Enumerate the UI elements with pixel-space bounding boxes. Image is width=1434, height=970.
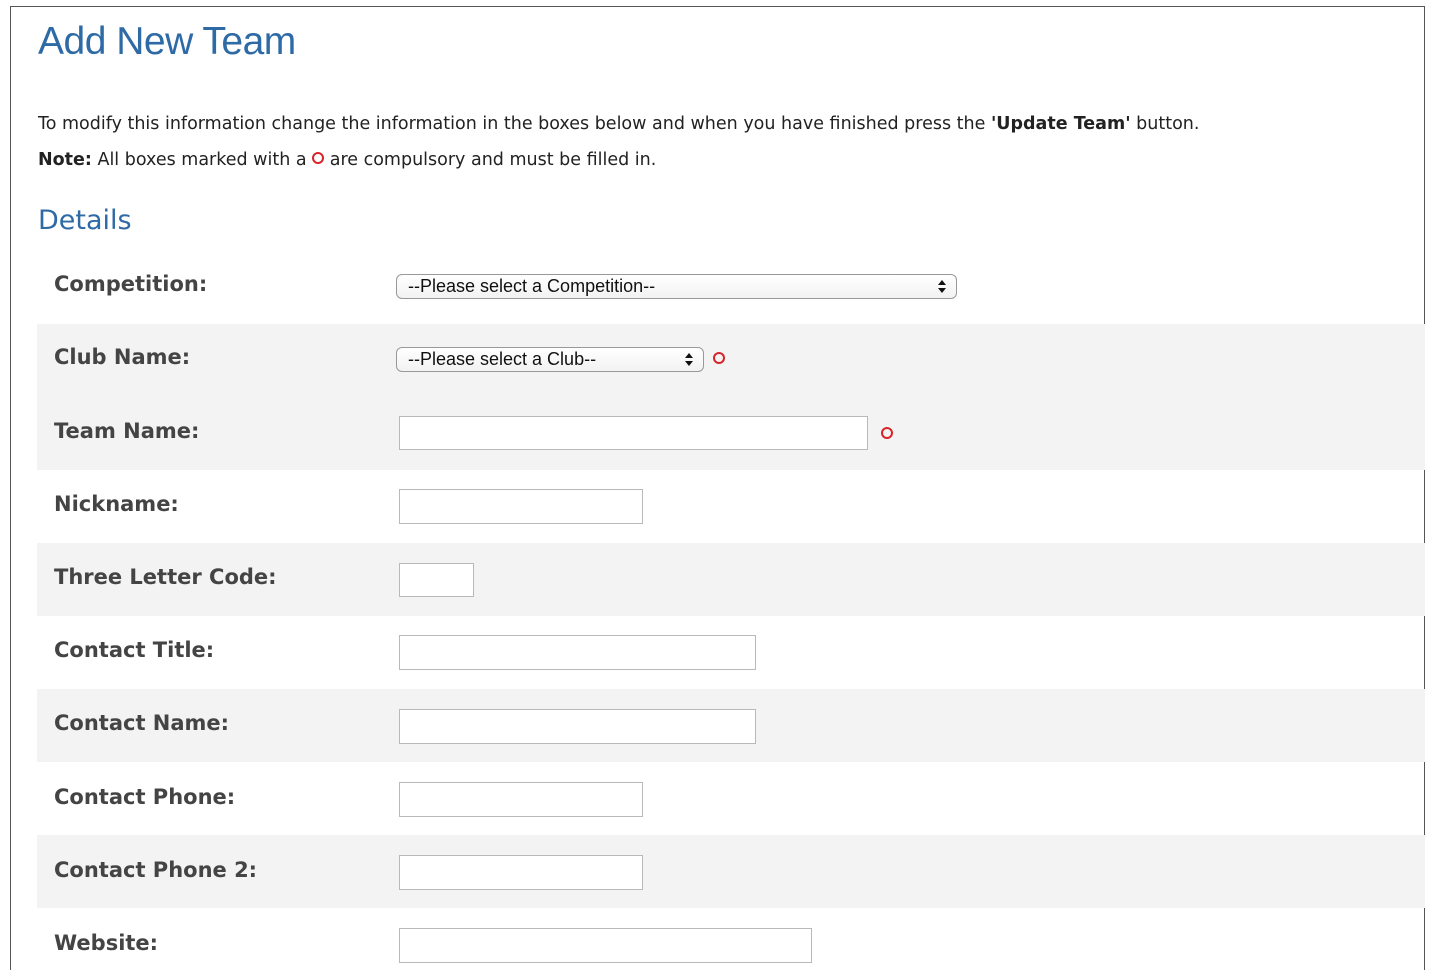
competition-select[interactable]: --Please select a Competition-- [396,274,957,299]
nickname-label: Nickname: [54,492,179,516]
website-label: Website: [54,931,159,955]
form-row-contact-phone-2: Contact Phone 2: [37,835,1425,908]
team-name-label: Team Name: [54,419,200,443]
form-row-nickname: Nickname: [37,470,1425,543]
form-row-contact-title: Contact Title: [37,616,1425,689]
page-title: Add New Team [38,20,296,63]
note-label: Note: [38,150,92,170]
form-row-club-name: Club Name: --Please select a Club-- [37,324,1425,397]
team-name-input[interactable] [399,416,868,450]
three-letter-code-input[interactable] [399,563,474,597]
note-text-after: are compulsory and must be filled in. [324,150,657,170]
club-name-label: Club Name: [54,345,191,369]
contact-title-input[interactable] [399,635,756,670]
form-row-website: Website: [37,908,1425,970]
contact-phone-2-input[interactable] [399,855,643,890]
required-icon [881,427,893,439]
contact-phone-input[interactable] [399,782,643,817]
website-input[interactable] [399,928,812,963]
required-icon [713,352,725,364]
select-arrows-icon [938,280,946,293]
form-row-three-letter-code: Three Letter Code: [37,543,1425,616]
intro-text: To modify this information change the in… [38,112,1199,136]
form-row-contact-name: Contact Name: [37,689,1425,762]
club-name-select[interactable]: --Please select a Club-- [396,347,704,372]
contact-name-label: Contact Name: [54,711,230,735]
intro-button-name: 'Update Team' [990,114,1131,134]
intro-text-main: To modify this information change the in… [38,114,991,134]
required-icon [312,152,325,164]
contact-phone-label: Contact Phone: [54,785,236,809]
competition-select-value: --Please select a Competition-- [408,276,656,296]
form-row-team-name: Team Name: [37,397,1425,470]
note-text: Note: All boxes marked with a are compul… [38,148,656,172]
form-row-contact-phone: Contact Phone: [37,762,1425,835]
section-title-details: Details [38,205,132,236]
contact-name-input[interactable] [399,709,756,744]
nickname-input[interactable] [399,489,643,524]
form-row-competition: Competition: --Please select a Competiti… [37,252,1425,325]
select-arrows-icon [685,353,693,366]
intro-text-end: button. [1130,114,1200,134]
three-letter-code-label: Three Letter Code: [54,565,277,589]
contact-title-label: Contact Title: [54,638,215,662]
contact-phone-2-label: Contact Phone 2: [54,858,258,882]
note-text-before: All boxes marked with a [91,150,313,170]
club-name-select-value: --Please select a Club-- [408,349,597,369]
competition-label: Competition: [54,272,208,296]
